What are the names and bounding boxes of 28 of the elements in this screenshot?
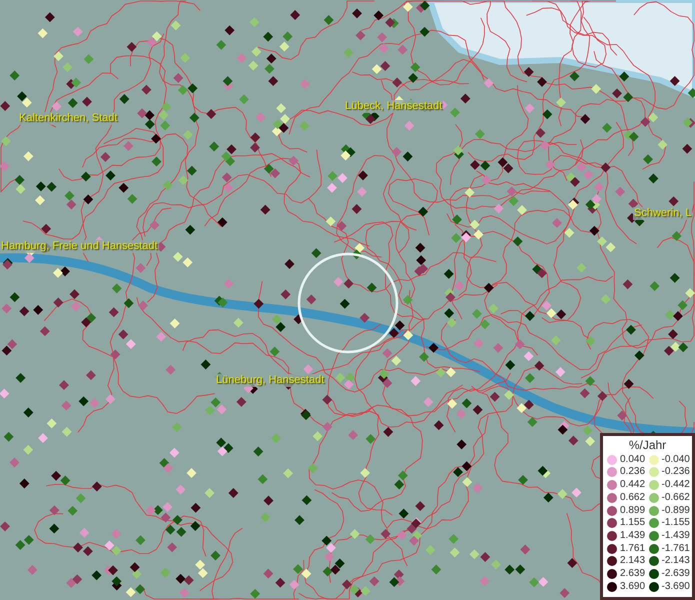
legend-label: -0.040 bbox=[662, 454, 690, 466]
legend-label: -0.236 bbox=[662, 466, 690, 478]
place-label: Hamburg, Freie und Hansestadt bbox=[0, 240, 159, 253]
legend-label: 1.155 bbox=[620, 517, 646, 530]
place-label: Lüneburg, Hansestadt bbox=[215, 374, 326, 387]
legend-label: -0.662 bbox=[662, 492, 690, 504]
legend-label: 0.662 bbox=[620, 492, 646, 504]
legend-label: -2.143 bbox=[662, 555, 690, 568]
legend-label: 2.143 bbox=[620, 555, 646, 568]
legend-label: 3.690 bbox=[620, 580, 646, 593]
legend-label: -0.442 bbox=[662, 479, 690, 492]
place-label: Kaltenkirchen, Stadt bbox=[18, 112, 118, 125]
legend-title: %/Jahr bbox=[628, 438, 668, 454]
legend-label: -1.439 bbox=[662, 530, 690, 542]
legend-label: 1.439 bbox=[620, 530, 646, 542]
legend-label: -1.761 bbox=[662, 542, 690, 555]
legend-label: 2.639 bbox=[620, 568, 646, 580]
place-label: Lübeck, Hansestadt bbox=[344, 100, 444, 113]
legend-label: 0.442 bbox=[620, 479, 646, 492]
legend-label: 1.761 bbox=[620, 542, 646, 555]
legend-label: -2.639 bbox=[662, 568, 690, 580]
legend-label: 0.899 bbox=[620, 504, 646, 517]
legend-label: -0.899 bbox=[662, 504, 690, 517]
legend-label: -1.155 bbox=[662, 517, 690, 530]
legend-label: 0.040 bbox=[620, 454, 646, 466]
place-label: Schwerin, L bbox=[633, 207, 692, 220]
legend-label: -3.690 bbox=[662, 580, 690, 593]
legend-label: 0.236 bbox=[620, 466, 646, 478]
